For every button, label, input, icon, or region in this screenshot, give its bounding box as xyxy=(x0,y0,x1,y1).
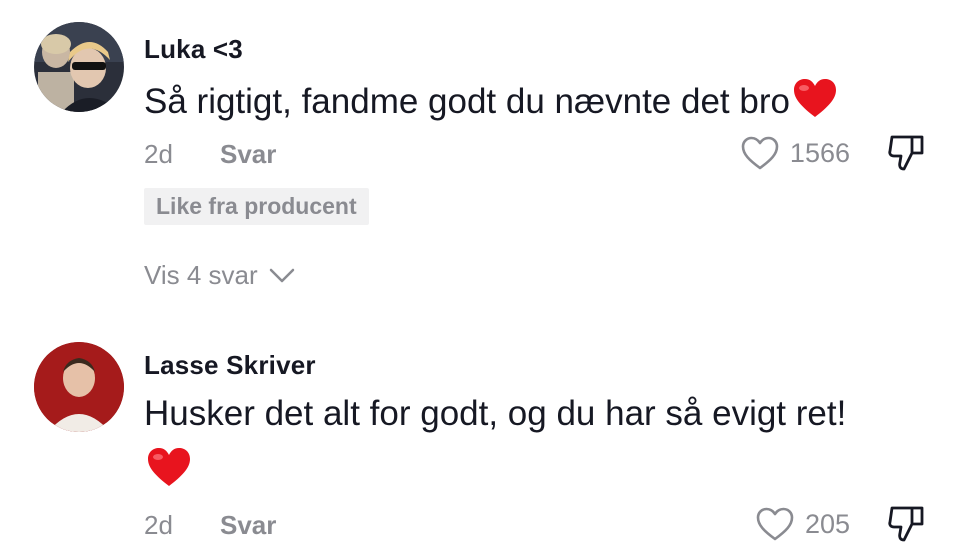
username[interactable]: Lasse Skriver xyxy=(144,350,316,381)
view-replies-button[interactable]: Vis 4 svar xyxy=(144,260,296,291)
like-button[interactable]: 205 xyxy=(755,506,850,542)
dislike-button[interactable] xyxy=(886,133,928,173)
comment-text-content: Så rigtigt, fandme godt du nævnte det br… xyxy=(144,82,790,121)
comment-text: Husker det alt for godt, og du har så ev… xyxy=(144,394,847,433)
dislike-button[interactable] xyxy=(886,504,928,544)
heart-outline-icon xyxy=(755,506,795,542)
thumbs-down-icon xyxy=(886,504,928,544)
reply-button[interactable]: Svar xyxy=(220,510,276,541)
comment-age: 2d xyxy=(144,139,173,169)
avatar-image xyxy=(34,342,124,432)
comment-text: Så rigtigt, fandme godt du nævnte det br… xyxy=(144,77,838,122)
red-heart-emoji xyxy=(792,77,838,119)
like-count: 1566 xyxy=(789,137,850,168)
like-count: 205 xyxy=(804,508,850,539)
like-button[interactable]: 1566 xyxy=(740,135,850,171)
avatar[interactable] xyxy=(34,22,124,112)
heart-outline-icon xyxy=(740,135,780,171)
chevron-down-icon xyxy=(268,267,296,285)
avatar[interactable] xyxy=(34,342,124,432)
view-replies-label: Vis 4 svar xyxy=(144,260,258,290)
avatar-image xyxy=(34,22,124,112)
username[interactable]: Luka <3 xyxy=(144,34,243,65)
comment-age: 2d xyxy=(144,510,173,540)
reply-button[interactable]: Svar xyxy=(220,139,276,170)
comment-list: Luka <3 Så rigtigt, fandme godt du nævnt… xyxy=(0,0,960,548)
red-heart-emoji xyxy=(146,446,192,493)
creator-liked-badge: Like fra producent xyxy=(144,188,369,225)
thumbs-down-icon xyxy=(886,133,928,173)
